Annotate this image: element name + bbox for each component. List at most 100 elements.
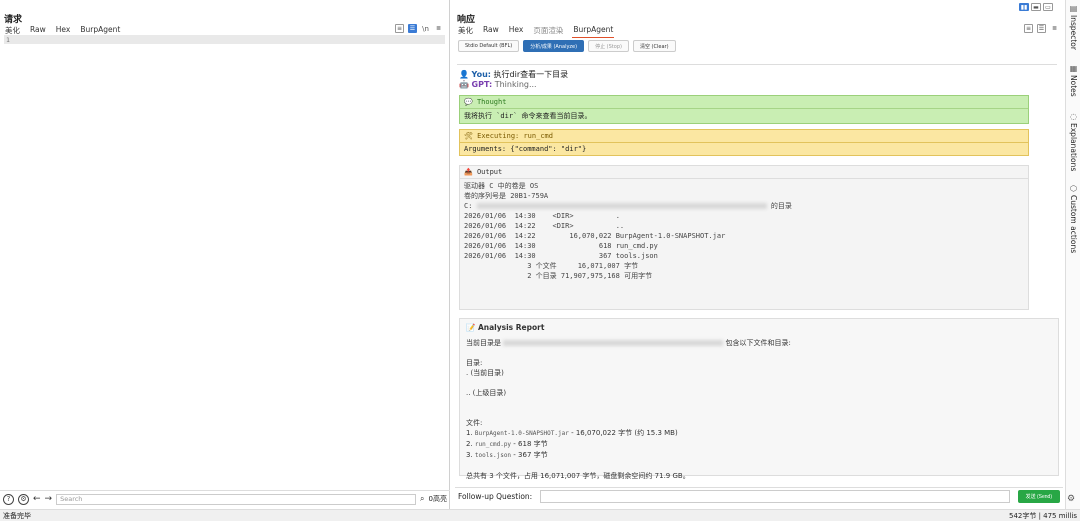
side-panel: ▤ Inspector ▦ Notes ◌ Explanations ⬡ Cus… xyxy=(1065,0,1080,509)
list-icon[interactable]: ☰ xyxy=(1037,24,1046,33)
response-toolbar: ≡ ☰ ≣ xyxy=(1024,24,1059,33)
layout-toggle: ▮▮ ▬ ▭ xyxy=(1019,3,1053,11)
search-input[interactable]: Search xyxy=(56,493,417,505)
report-file-item: 3. tools.json - 367 字节 xyxy=(466,451,548,459)
custom-actions-icon: ⬡ xyxy=(1070,184,1077,193)
horizontal-layout-icon[interactable]: ▬ xyxy=(1031,3,1041,11)
output-line: 2 个目录 71,907,975,168 可用字节 xyxy=(464,272,653,280)
request-editor[interactable]: 1 xyxy=(4,35,445,44)
inspector-icon: ▤ xyxy=(1069,4,1078,13)
redacted-path xyxy=(503,340,724,346)
notes-icon: ▦ xyxy=(1069,64,1078,73)
followup-label: Follow-up Question: xyxy=(458,492,533,501)
redacted-path xyxy=(476,203,767,209)
output-line: 2026/01/06 14:30 <DIR> . xyxy=(464,212,620,220)
report-dir-item: .. (上级目录) xyxy=(466,389,507,397)
response-tab-burpagent[interactable]: BurpAgent xyxy=(572,25,615,38)
response-tab-raw[interactable]: Raw xyxy=(482,25,500,38)
lightbulb-icon: ◌ xyxy=(1070,112,1077,121)
response-title: 响应 xyxy=(457,15,476,25)
robot-icon: 🤖 xyxy=(459,80,469,89)
output-line: 卷的序列号是 20B1-759A xyxy=(464,192,549,200)
analyze-button[interactable]: 分析/成果 (Analyze) xyxy=(523,40,585,52)
back-arrow-icon[interactable]: ← xyxy=(33,494,41,504)
output-line: 2026/01/06 14:30 367 tools.json xyxy=(464,252,658,260)
request-toolbar: ≡ ☰ \n ≣ xyxy=(395,24,443,33)
response-stats: 542字节 | 475 millis xyxy=(1008,511,1077,520)
followup-bar: Follow-up Question: 发送 (Send) xyxy=(455,487,1063,505)
report-dir-item: . (当前目录) xyxy=(466,369,504,377)
user-message: 👤 You: 执行dir查看一下目录 xyxy=(459,69,568,80)
status-bar: 准备完毕 542字节 | 475 millis xyxy=(0,509,1080,521)
output-line: 2026/01/06 14:30 618 run_cmd.py xyxy=(464,242,658,250)
gpt-label: GPT: xyxy=(471,80,493,89)
response-tab-hex[interactable]: Hex xyxy=(508,25,525,38)
gear-icon[interactable]: ⚙ xyxy=(1067,494,1075,504)
thought-header: 💬 Thought xyxy=(460,96,1028,109)
report-summary: 总共有 3 个文件，占用 16,071,007 字节，磁盘剩余空间约 71.9 … xyxy=(466,472,690,480)
executing-box: 🛠 Executing: run_cmd Arguments: {"comman… xyxy=(459,129,1029,156)
output-line: 驱动器 C 中的卷是 OS xyxy=(464,182,539,190)
output-icon: 📤 xyxy=(464,168,473,176)
send-button[interactable]: 发送 (Send) xyxy=(1017,490,1060,503)
split-layout-icon[interactable]: ▮▮ xyxy=(1019,3,1029,11)
response-tabs: 美化 Raw Hex 页面渲染 BurpAgent xyxy=(457,25,615,38)
search-icon[interactable]: ⌕ xyxy=(420,494,424,504)
list-icon[interactable]: ☰ xyxy=(408,24,417,33)
report-dirs-label: 目录: xyxy=(466,359,483,367)
single-layout-icon[interactable]: ▭ xyxy=(1043,3,1053,11)
sidebar-tab-inspector[interactable]: ▤ Inspector xyxy=(1066,4,1080,50)
user-text: 执行dir查看一下目录 xyxy=(493,70,569,79)
request-pane: 请求 美化 Raw Hex BurpAgent ≡ ☰ \n ≣ 1 xyxy=(0,0,450,509)
output-box: 📤 Output 驱动器 C 中的卷是 OS 卷的序列号是 20B1-759A … xyxy=(459,165,1029,310)
forward-arrow-icon[interactable]: → xyxy=(45,494,53,504)
status-text: 准备完毕 xyxy=(3,511,31,520)
user-icon: 👤 xyxy=(459,70,469,79)
thought-box: 💬 Thought 我将执行 `dir` 命令来查看当前目录。 xyxy=(459,95,1029,124)
newline-icon[interactable]: \n xyxy=(421,24,430,33)
output-line: 3 个文件 16,071,007 字节 xyxy=(464,262,639,270)
help-icon[interactable]: ? xyxy=(3,493,14,505)
report-icon: 📝 xyxy=(466,323,476,332)
executing-header: 🛠 Executing: run_cmd xyxy=(460,130,1028,143)
agent-conversation[interactable]: 👤 You: 执行dir查看一下目录 🤖 GPT: Thinking... 💬 … xyxy=(457,64,1059,482)
report-intro: 当前目录是 包含以下文件和目录: xyxy=(466,339,791,347)
line-number: 1 xyxy=(6,36,10,44)
sidebar-tab-custom-actions[interactable]: ⬡ Custom actions xyxy=(1066,184,1080,253)
speech-bubble-icon: 💬 xyxy=(464,98,473,106)
tools-icon: 🛠 xyxy=(464,132,473,140)
thought-body: 我将执行 `dir` 命令来查看当前目录。 xyxy=(464,112,592,120)
sidebar-tab-notes[interactable]: ▦ Notes xyxy=(1066,64,1080,97)
menu-icon[interactable]: ≣ xyxy=(1050,24,1059,33)
wrap-icon[interactable]: ≡ xyxy=(395,24,404,33)
report-files-label: 文件: xyxy=(466,419,483,427)
request-search-bar: ? ⚙ ← → Search ⌕ 0高亮 xyxy=(0,490,450,507)
clear-button[interactable]: 清空 (Clear) xyxy=(632,40,676,52)
output-line: 2026/01/06 14:22 <DIR> .. xyxy=(464,222,625,230)
gpt-message: 🤖 GPT: Thinking... xyxy=(459,80,537,89)
report-file-item: 1. BurpAgent-1.0-SNAPSHOT.jar - 16,070,0… xyxy=(466,429,678,437)
gpt-text: Thinking... xyxy=(494,80,537,89)
sidebar-tab-explanations[interactable]: ◌ Explanations xyxy=(1066,112,1080,171)
request-title: 请求 xyxy=(4,15,23,25)
report-file-item: 2. run_cmd.py - 618 字节 xyxy=(466,440,548,448)
agent-actions: Stdio Default (BFL) 分析/成果 (Analyze) 停止 (… xyxy=(458,40,676,52)
stop-button[interactable]: 停止 (Stop) xyxy=(588,40,629,52)
user-label: You: xyxy=(471,70,491,79)
analysis-report: 📝 Analysis Report 当前目录是 包含以下文件和目录: 目录: .… xyxy=(459,318,1059,480)
executing-body: Arguments: {"command": "dir"} xyxy=(464,145,587,153)
mode-select-button[interactable]: Stdio Default (BFL) xyxy=(458,40,520,52)
report-header: 📝 Analysis Report xyxy=(466,323,545,332)
output-line: 2026/01/06 14:22 16,070,022 BurpAgent-1.… xyxy=(464,232,726,240)
menu-icon[interactable]: ≣ xyxy=(434,24,443,33)
output-line-dir: C: 的目录 xyxy=(464,202,792,210)
highlight-count: 0高亮 xyxy=(428,495,447,503)
settings-icon[interactable]: ⚙ xyxy=(18,493,29,505)
output-header: 📤 Output xyxy=(460,166,1028,179)
wrap-icon[interactable]: ≡ xyxy=(1024,24,1033,33)
response-pane: ▮▮ ▬ ▭ 响应 美化 Raw Hex 页面渲染 BurpAgent ≡ ☰ … xyxy=(455,0,1063,509)
followup-input[interactable] xyxy=(540,490,1010,503)
output-body: 驱动器 C 中的卷是 OS 卷的序列号是 20B1-759A C: 的目录 20… xyxy=(460,179,1028,283)
response-tab-pretty[interactable]: 美化 xyxy=(457,25,474,38)
response-tab-render[interactable]: 页面渲染 xyxy=(532,25,564,38)
